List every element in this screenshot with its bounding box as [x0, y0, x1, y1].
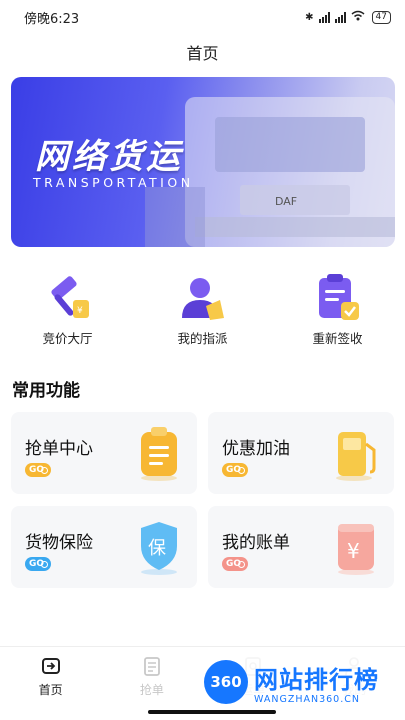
card-title: 抢单中心 — [25, 439, 93, 459]
card-my-bill[interactable]: 我的账单 GO ¥ — [208, 506, 394, 588]
card-fuel-discount[interactable]: 优惠加油 GO — [208, 412, 394, 494]
wifi-icon — [351, 10, 365, 24]
signal-icon — [318, 11, 330, 23]
fuel-pump-icon — [336, 432, 376, 481]
shortcut-bidding-hall[interactable]: ¥ 竞价大厅 — [0, 270, 135, 347]
shortcut-label: 我的指派 — [177, 331, 228, 346]
shortcut-row: ¥ 竞价大厅 我的指派 重新签收 — [0, 270, 405, 347]
tab-home[interactable]: 首页 — [0, 647, 101, 720]
watermark: 360 网站排行榜 WANGZHAN360.CN — [196, 654, 405, 716]
go-badge: GO — [222, 463, 248, 477]
order-icon — [143, 657, 160, 676]
tab-label: 首页 — [38, 683, 63, 697]
card-order-center[interactable]: 抢单中心 GO — [11, 412, 197, 494]
home-icon — [41, 658, 60, 674]
signal-icon — [334, 11, 346, 23]
tab-label: 抢单 — [139, 683, 164, 697]
go-badge: GO — [25, 463, 51, 477]
shortcut-label: 重新签收 — [312, 331, 363, 346]
battery-indicator: 47 — [371, 10, 391, 24]
auction-hammer-icon: ¥ — [50, 276, 89, 318]
shortcut-re-sign[interactable]: 重新签收 — [270, 270, 405, 347]
clipboard-sign-icon — [318, 274, 359, 320]
watermark-text: 网站排行榜 — [254, 666, 379, 694]
go-badge: GO — [222, 557, 248, 571]
home-indicator[interactable] — [148, 710, 276, 714]
banner-subtitle: TRANSPORTATION — [33, 175, 194, 190]
section-title: 常用功能 — [12, 381, 80, 401]
watermark-logo: 360 — [204, 660, 248, 704]
card-cargo-insurance[interactable]: 货物保险 GO 保 — [11, 506, 197, 588]
page-title: 首页 — [186, 44, 219, 63]
user-assign-icon — [181, 278, 224, 320]
status-bar: 傍晚6:23 ✱ 47 — [0, 0, 405, 34]
svg-text:¥: ¥ — [347, 539, 360, 563]
card-title: 我的账单 — [222, 533, 290, 553]
status-time: 傍晚6:23 — [24, 11, 80, 27]
bill-yen-icon: ¥ — [338, 524, 374, 575]
status-icons: ✱ 47 — [305, 10, 391, 24]
shortcut-my-assign[interactable]: 我的指派 — [135, 270, 270, 347]
svg-text:保: 保 — [148, 538, 166, 559]
watermark-domain: WANGZHAN360.CN — [254, 694, 360, 705]
banner-title: 网络货运 — [35, 137, 183, 177]
bluetooth-icon: ✱ — [305, 11, 314, 23]
order-clipboard-icon — [141, 427, 177, 481]
shield-icon: 保 — [141, 522, 177, 575]
svg-text:DAF: DAF — [275, 195, 297, 208]
banner[interactable]: DAF 网络货运 TRANSPORTATION — [11, 77, 395, 247]
svg-text:¥: ¥ — [77, 306, 83, 316]
card-title: 货物保险 — [25, 533, 93, 553]
card-title: 优惠加油 — [222, 439, 290, 459]
go-badge: GO — [25, 557, 51, 571]
shortcut-label: 竞价大厅 — [42, 331, 93, 346]
